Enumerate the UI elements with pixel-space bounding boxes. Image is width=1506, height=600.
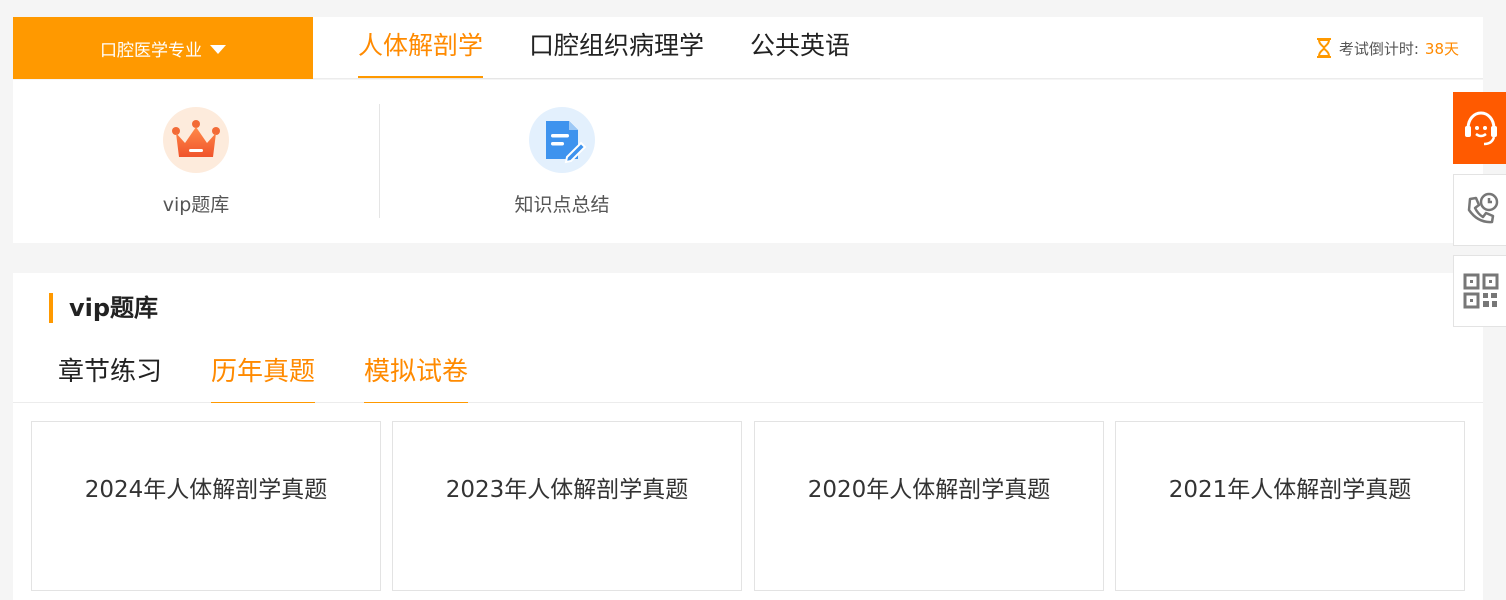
top-bar: 口腔医学专业 人体解剖学 口腔组织病理学 公共英语 考试倒计时: 38天	[13, 17, 1483, 79]
tab-mock-exams[interactable]: 模拟试卷	[364, 349, 469, 403]
countdown-label: 考试倒计时:	[1338, 39, 1419, 58]
tools-divider	[379, 104, 380, 218]
tab-subject-anatomy[interactable]: 人体解剖学	[358, 17, 484, 78]
major-selector[interactable]: 口腔医学专业	[13, 17, 313, 79]
tool-vip-bank[interactable]: vip题库	[126, 107, 266, 217]
countdown-value: 38天	[1424, 39, 1459, 58]
tool-knowledge-summary[interactable]: 知识点总结	[492, 107, 632, 217]
subject-tabs: 人体解剖学 口腔组织病理学 公共英语	[358, 17, 880, 79]
customer-service-button[interactable]	[1453, 92, 1506, 164]
exam-card[interactable]: 2020年人体解剖学真题	[754, 421, 1104, 591]
customer-service-icon	[1465, 111, 1497, 146]
qrcode-icon	[1463, 273, 1499, 309]
exam-card[interactable]: 2021年人体解剖学真题	[1115, 421, 1465, 591]
major-selector-label: 口腔医学专业	[100, 40, 202, 61]
tools-panel: vip题库 知识点总结	[13, 80, 1483, 243]
caret-down-icon	[210, 44, 226, 54]
crown-icon	[163, 107, 229, 173]
exam-card[interactable]: 2024年人体解剖学真题	[31, 421, 381, 591]
tool-knowledge-summary-label: 知识点总结	[514, 194, 610, 216]
phone-button[interactable]	[1453, 174, 1506, 246]
tab-subject-english[interactable]: 公共英语	[750, 17, 850, 78]
exam-card[interactable]: 2023年人体解剖学真题	[392, 421, 742, 591]
exam-countdown: 考试倒计时: 38天	[1315, 17, 1459, 79]
vip-question-bank: vip题库 章节练习 历年真题 模拟试卷 2024年人体解剖学真题 2023年人…	[13, 273, 1483, 600]
hourglass-icon	[1316, 38, 1331, 58]
section-title: vip题库	[49, 293, 158, 323]
bank-tabs: 章节练习 历年真题 模拟试卷	[13, 349, 1483, 403]
tab-past-exams[interactable]: 历年真题	[211, 349, 316, 403]
phone-icon	[1467, 192, 1499, 224]
tab-subject-oral-pathology[interactable]: 口腔组织病理学	[529, 17, 704, 78]
tool-vip-bank-label: vip题库	[162, 194, 230, 216]
tab-chapter-practice[interactable]: 章节练习	[58, 349, 162, 403]
document-edit-icon	[529, 107, 595, 173]
qrcode-button[interactable]	[1453, 255, 1506, 327]
